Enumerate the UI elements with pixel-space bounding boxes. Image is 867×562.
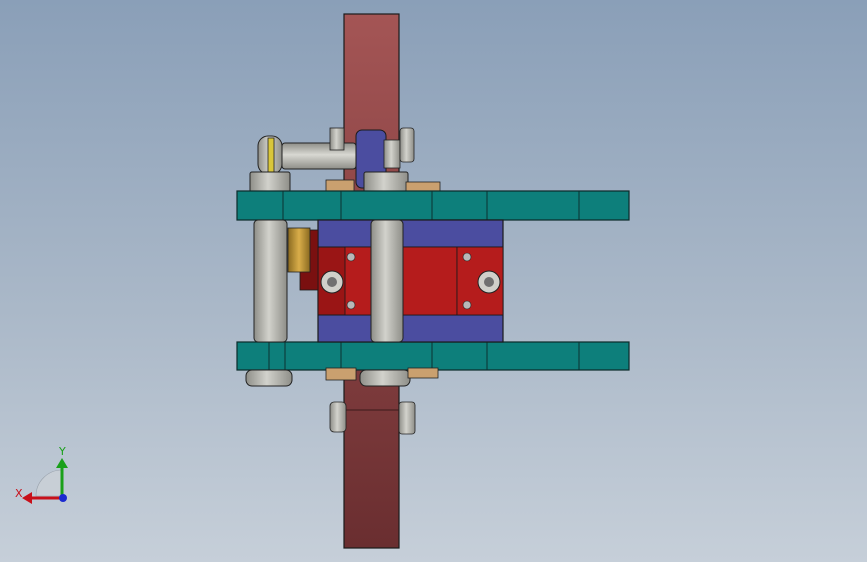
top-teal-plate[interactable] [236,190,630,221]
bottom-nuts[interactable] [245,367,439,387]
bottom-teal-plate[interactable] [236,341,630,371]
cad-viewport[interactable]: Y X [0,0,867,562]
xyz-triad-icon: Y X [15,445,68,504]
triad-y-label: Y [58,445,66,458]
triad-x-label: X [15,487,23,500]
